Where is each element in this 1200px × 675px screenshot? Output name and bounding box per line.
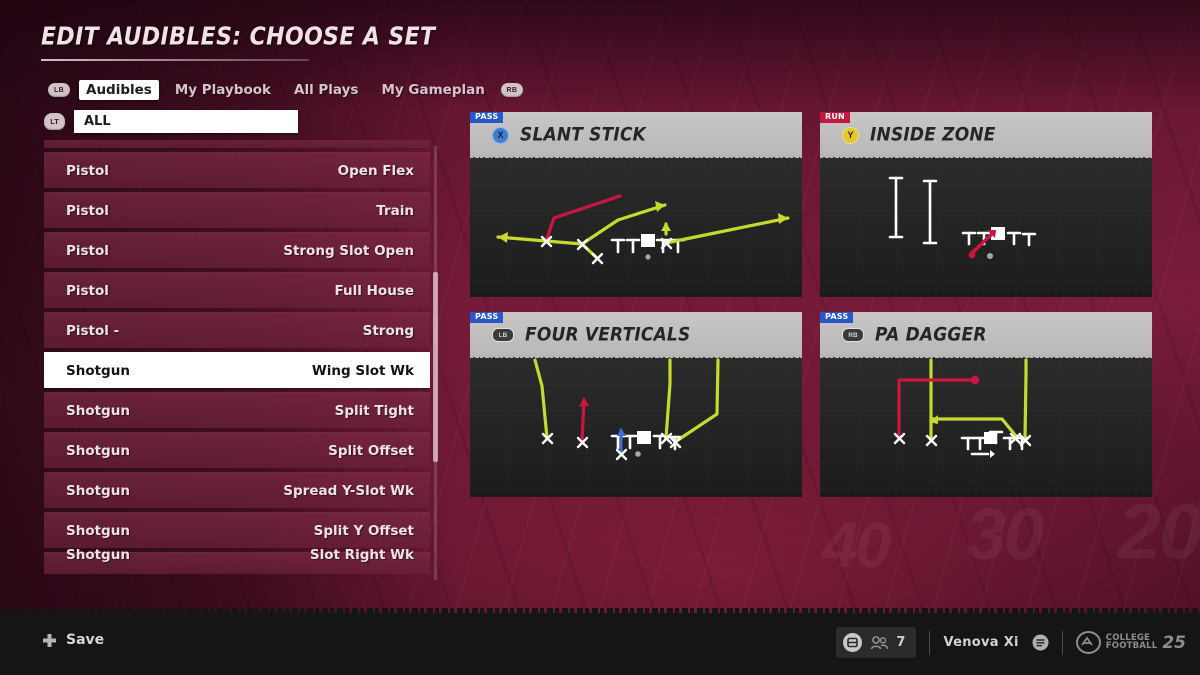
filter-row: LT ALL — [44, 110, 298, 133]
play-diagram-inside-zone — [820, 158, 1152, 297]
tab-audibles[interactable]: Audibles — [79, 80, 159, 100]
menu-icon[interactable] — [1032, 634, 1049, 651]
play-diagram-four-verticals — [470, 358, 802, 497]
play-card-title: INSIDE ZONE — [870, 123, 996, 147]
footer-divider — [929, 630, 931, 655]
formation-family: Shotgun — [66, 522, 130, 539]
formation-family: Shotgun — [66, 546, 130, 563]
play-diagram-slant-stick — [470, 158, 802, 297]
formation-name: Split Offset — [328, 442, 414, 459]
footer-status: 7 Venova Xi COLLEGE FOOTBALL 25 — [836, 627, 1186, 658]
save-label: Save — [66, 632, 105, 648]
footer-bar: Save 7 Venova Xi COLLEGE FOOTBALL 25 — [0, 608, 1200, 675]
formation-name: Full House — [334, 282, 415, 299]
formation-list[interactable]: Pistol Open Flex Pistol Train Pistol Strong S… — [44, 140, 430, 585]
party-pill[interactable]: 7 — [836, 627, 917, 658]
formation-row[interactable]: Pistol Full House — [44, 272, 430, 308]
brand-year: 25 — [1162, 632, 1186, 653]
formation-name: Train — [376, 202, 414, 219]
formation-name: Spread Y-Slot Wk — [283, 482, 414, 499]
play-card[interactable]: PASS LB FOUR VERTICALS — [470, 312, 802, 497]
left-bumper-icon[interactable]: LB — [48, 83, 70, 97]
formation-row[interactable]: Shotgun Slot Right Wk — [44, 547, 430, 574]
formation-family: Shotgun — [66, 362, 130, 379]
button-prompt-rb-icon[interactable]: RB — [842, 328, 864, 342]
play-card-header: PASS RB PA DAGGER — [820, 312, 1152, 360]
play-card[interactable]: PASS X SLANT STICK — [470, 112, 802, 297]
tab-bar: LB Audibles My Playbook All Plays My Gam… — [48, 80, 523, 100]
formation-family: Shotgun — [66, 442, 130, 459]
formation-row[interactable]: Shotgun Split Y Offset — [44, 512, 430, 548]
formation-row-selected[interactable]: Shotgun Wing Slot Wk — [44, 352, 430, 388]
play-card-header: PASS LB FOUR VERTICALS — [470, 312, 802, 360]
scrollbar-thumb[interactable] — [433, 272, 438, 462]
play-card-header: RUN Y INSIDE ZONE — [820, 112, 1152, 160]
formation-name: Split Y Offset — [313, 522, 414, 539]
footer-divider — [1061, 630, 1063, 655]
formation-filter-value: ALL — [84, 114, 111, 129]
formation-family: Pistol - — [66, 322, 120, 339]
page-title: EDIT AUDIBLES: CHOOSE A SET — [41, 23, 436, 51]
button-prompt-x-icon[interactable]: X — [492, 126, 509, 144]
play-card[interactable]: PASS RB PA DAGGER — [820, 312, 1152, 497]
formation-name: Open Flex — [337, 162, 414, 179]
play-card-title: SLANT STICK — [520, 123, 646, 147]
party-status-icon — [843, 633, 863, 652]
tab-my-playbook[interactable]: My Playbook — [168, 80, 278, 100]
play-type-badge: PASS — [470, 312, 504, 323]
formation-family: Pistol — [66, 282, 109, 299]
formation-row[interactable]: Pistol Train — [44, 192, 430, 228]
field-numeral: 40 — [822, 509, 891, 581]
ea-icon — [1075, 631, 1101, 654]
formation-row[interactable] — [44, 140, 430, 148]
gamertag-label: Venova Xi — [943, 635, 1019, 650]
formation-family: Shotgun — [66, 402, 130, 419]
tab-my-gameplan[interactable]: My Gameplan — [374, 80, 491, 100]
dpad-icon — [43, 633, 56, 647]
play-card[interactable]: RUN Y INSIDE ZONE — [820, 112, 1152, 297]
formation-family: Pistol — [66, 162, 109, 179]
header: EDIT AUDIBLES: CHOOSE A SET — [41, 23, 661, 61]
button-prompt-lb-icon[interactable]: LB — [492, 328, 514, 342]
play-diagram-pa-dagger — [820, 358, 1152, 497]
button-prompt-y-icon[interactable]: Y — [842, 126, 859, 144]
play-card-title: PA DAGGER — [875, 323, 987, 347]
ea-college-football-logo: COLLEGE FOOTBALL 25 — [1075, 630, 1186, 655]
formation-row[interactable]: Shotgun Split Tight — [44, 392, 430, 428]
party-count: 7 — [896, 635, 906, 650]
formation-family: Pistol — [66, 202, 109, 219]
field-numeral: 20 — [1118, 487, 1200, 575]
save-button[interactable]: Save — [42, 632, 104, 648]
formation-row[interactable]: Shotgun Split Offset — [44, 432, 430, 468]
formation-name: Strong Slot Open — [283, 242, 414, 259]
formation-row[interactable]: Pistol - Strong — [44, 312, 430, 348]
formation-family: Shotgun — [66, 482, 130, 499]
title-underline — [41, 59, 309, 61]
formation-name: Strong — [362, 322, 414, 339]
formation-name: Wing Slot Wk — [311, 362, 414, 379]
play-card-header: PASS X SLANT STICK — [470, 112, 802, 160]
formation-row[interactable]: Shotgun Spread Y-Slot Wk — [44, 472, 430, 508]
field-numeral: 30 — [966, 495, 1044, 575]
formation-name: Split Tight — [334, 402, 414, 419]
formation-name: Slot Right Wk — [309, 546, 414, 563]
play-type-badge: RUN — [820, 112, 850, 123]
formation-row[interactable]: Pistol Open Flex — [44, 152, 430, 188]
play-type-badge: PASS — [820, 312, 854, 323]
play-type-badge: PASS — [470, 112, 504, 123]
friends-group-icon — [871, 635, 889, 649]
formation-row[interactable]: Pistol Strong Slot Open — [44, 232, 430, 268]
left-trigger-icon[interactable]: LT — [44, 113, 65, 130]
formation-family: Pistol — [66, 242, 109, 259]
brand-line-football: FOOTBALL — [1105, 640, 1158, 651]
tab-all-plays[interactable]: All Plays — [287, 80, 365, 100]
play-card-title: FOUR VERTICALS — [525, 323, 691, 347]
formation-filter-field[interactable]: ALL — [74, 110, 298, 133]
right-bumper-icon[interactable]: RB — [500, 83, 523, 97]
